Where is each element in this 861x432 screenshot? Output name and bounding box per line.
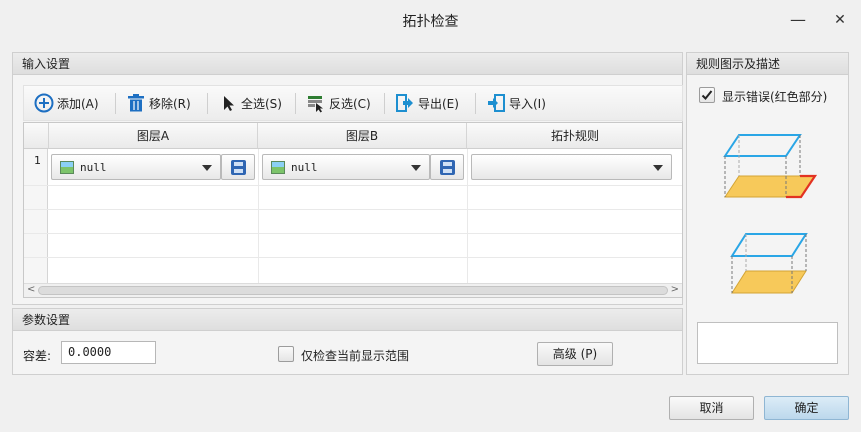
rule-illustration-correct xyxy=(730,233,808,294)
invert-select-label: 反选(C) xyxy=(329,96,371,111)
show-errors-label: 显示错误(红色部分) xyxy=(722,90,828,104)
scrollbar-thumb[interactable] xyxy=(38,286,668,295)
toolbar-separator xyxy=(295,93,296,114)
select-all-label: 全选(S) xyxy=(241,96,282,111)
add-icon xyxy=(34,93,54,113)
export-button[interactable]: 导出(E) xyxy=(395,86,459,120)
input-settings-title: 输入设置 xyxy=(13,53,682,75)
title-bar: 拓扑检查 — ✕ xyxy=(0,0,861,42)
column-header-layer-a[interactable]: 图层A xyxy=(49,123,258,149)
layer-a-select[interactable]: null xyxy=(51,154,221,180)
column-header-layer-b[interactable]: 图层B xyxy=(258,123,467,149)
row-number-column xyxy=(24,149,48,283)
minimize-icon: — xyxy=(790,10,806,29)
extent-label: 仅检查当前显示范围 xyxy=(301,349,410,363)
window-title: 拓扑检查 xyxy=(402,14,459,30)
remove-button[interactable]: 移除(R) xyxy=(126,86,191,120)
tolerance-input[interactable]: 0.0000 xyxy=(61,341,156,364)
column-header-topology-rule[interactable]: 拓扑规则 xyxy=(467,123,682,149)
import-button[interactable]: 导入(I) xyxy=(486,86,546,120)
close-icon: ✕ xyxy=(834,12,846,28)
toolbar: 添加(A) 移除(R) 全选(S) 反选(C) 导出(E) 导入(I) xyxy=(23,85,683,121)
horizontal-scrollbar[interactable]: < > xyxy=(24,283,682,297)
rule-illustration-title: 规则图示及描述 xyxy=(687,53,848,75)
cursor-icon xyxy=(218,93,238,113)
invert-select-button[interactable]: 反选(C) xyxy=(306,86,371,120)
rule-illustration-error xyxy=(723,134,818,199)
chevron-down-icon xyxy=(411,165,421,171)
close-button[interactable]: ✕ xyxy=(826,8,854,32)
scroll-right-icon[interactable]: > xyxy=(671,284,679,295)
extent-checkbox[interactable] xyxy=(278,346,294,362)
add-button[interactable]: 添加(A) xyxy=(34,86,99,120)
layer-a-datasource-button[interactable] xyxy=(221,154,255,180)
layer-icon xyxy=(60,161,74,174)
parameter-settings-title: 参数设置 xyxy=(13,309,682,331)
invert-select-icon xyxy=(306,93,326,113)
tolerance-label: 容差: xyxy=(23,349,52,363)
grid-row-line xyxy=(24,209,682,210)
checkmark-icon xyxy=(701,90,713,100)
layer-b-value: null xyxy=(291,161,318,174)
add-label: 添加(A) xyxy=(57,96,99,111)
toolbar-separator xyxy=(475,93,476,114)
toolbar-separator xyxy=(115,93,116,114)
layer-table: 图层A 图层B 拓扑规则 1 null null < > xyxy=(23,122,683,298)
trash-icon xyxy=(126,93,146,113)
database-icon xyxy=(440,160,455,175)
input-settings-panel: 输入设置 添加(A) 移除(R) 全选(S) 反选(C) 导出(E) 导入(I)… xyxy=(12,52,683,305)
ok-button[interactable]: 确定 xyxy=(764,396,849,420)
advanced-button[interactable]: 高级 (P) xyxy=(537,342,613,366)
show-errors-checkbox[interactable] xyxy=(699,87,715,103)
select-all-button[interactable]: 全选(S) xyxy=(218,86,282,120)
grid-column-line xyxy=(258,149,259,283)
rule-description-box xyxy=(697,322,838,364)
remove-label: 移除(R) xyxy=(149,96,191,111)
grid-row-line xyxy=(24,233,682,234)
row-number: 1 xyxy=(34,154,41,167)
export-label: 导出(E) xyxy=(418,96,459,111)
cancel-button[interactable]: 取消 xyxy=(669,396,754,420)
grid-row-line xyxy=(24,185,682,186)
import-label: 导入(I) xyxy=(509,96,546,111)
layer-icon xyxy=(271,161,285,174)
layer-a-value: null xyxy=(80,161,107,174)
parameter-settings-panel: 参数设置 容差: 0.0000 仅检查当前显示范围 高级 (P) xyxy=(12,308,683,375)
chevron-down-icon xyxy=(202,165,212,171)
grid-column-line xyxy=(467,149,468,283)
layer-b-datasource-button[interactable] xyxy=(430,154,464,180)
topology-rule-select[interactable] xyxy=(471,154,672,180)
database-icon xyxy=(231,160,246,175)
grid-row-line xyxy=(24,257,682,258)
import-icon xyxy=(486,93,506,113)
chevron-down-icon xyxy=(653,165,663,171)
export-icon xyxy=(395,93,415,113)
minimize-button[interactable]: — xyxy=(784,8,812,32)
scroll-left-icon[interactable]: < xyxy=(27,284,35,295)
toolbar-separator xyxy=(207,93,208,114)
toolbar-separator xyxy=(384,93,385,114)
row-number-header xyxy=(24,123,49,149)
layer-b-select[interactable]: null xyxy=(262,154,430,180)
